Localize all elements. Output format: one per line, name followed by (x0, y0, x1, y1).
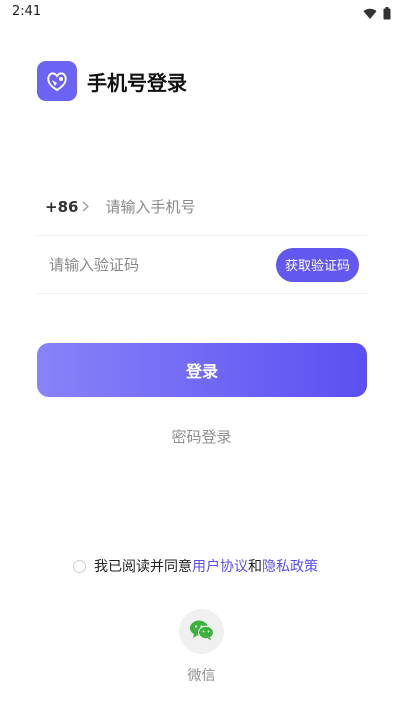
agreement-prefix: 我已阅读并同意 (94, 559, 192, 575)
status-time: 2:41 (12, 4, 42, 19)
code-row: 获取验证码 (37, 236, 367, 294)
app-logo-icon (37, 61, 77, 101)
wechat-login-button[interactable] (179, 609, 224, 654)
status-bar: 2:41 (0, 0, 403, 24)
chevron-right-icon[interactable] (82, 201, 90, 212)
wifi-icon (363, 5, 377, 24)
page-title: 手机号登录 (87, 70, 187, 95)
user-agreement-link[interactable]: 用户协议 (192, 556, 248, 576)
phone-row: +86 (37, 178, 367, 236)
status-icons (363, 5, 391, 24)
wechat-icon (189, 619, 215, 645)
agreement-checkbox[interactable] (73, 559, 86, 573)
login-button[interactable]: 登录 (37, 343, 367, 397)
wechat-label: 微信 (187, 668, 216, 684)
country-code-selector[interactable]: +86 (45, 198, 78, 216)
phone-input[interactable] (105, 197, 326, 216)
header: 手机号登录 (37, 61, 187, 101)
verification-code-input[interactable] (49, 255, 249, 274)
agreement-and: 和 (248, 559, 262, 575)
agreement: 我已阅读并同意 用户协议 和 隐私政策 (73, 556, 318, 576)
password-login-link[interactable]: 密码登录 (0, 426, 403, 447)
battery-icon (383, 5, 391, 24)
privacy-policy-link[interactable]: 隐私政策 (262, 556, 318, 576)
get-code-button[interactable]: 获取验证码 (275, 247, 359, 282)
